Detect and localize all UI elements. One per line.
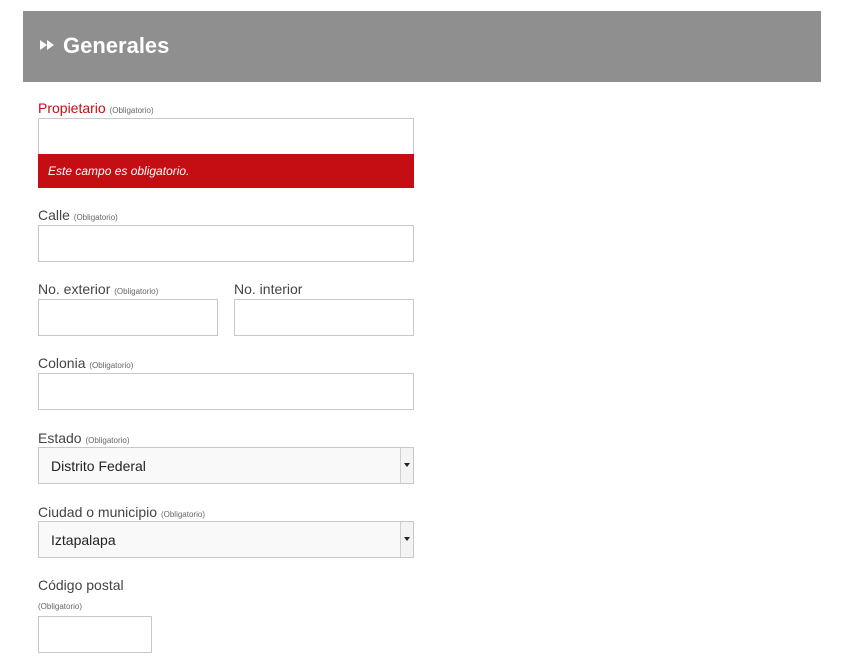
colonia-input[interactable] xyxy=(38,373,414,410)
error-message-text: Este campo es obligatorio. xyxy=(48,164,190,178)
no-interior-label: No. interior xyxy=(234,280,302,298)
required-note: (Obligatorio) xyxy=(89,361,134,370)
chevron-down-icon[interactable] xyxy=(400,522,413,557)
ciudad-label-text: Ciudad o municipio xyxy=(38,504,158,520)
section-header: Generales xyxy=(23,11,821,82)
calle-input[interactable] xyxy=(38,225,414,262)
ciudad-select[interactable]: Iztapalapa xyxy=(38,521,414,558)
no-exterior-label: No. exterior (Obligatorio) xyxy=(38,280,158,301)
ciudad-selected-value: Iztapalapa xyxy=(51,532,116,548)
no-interior-label-text: No. interior xyxy=(234,281,303,297)
calle-label: Calle (Obligatorio) xyxy=(38,206,118,227)
required-note: (Obligatorio) xyxy=(73,213,118,222)
section-title: Generales xyxy=(63,33,170,58)
propietario-label: Propietario (Obligatorio) xyxy=(38,99,154,120)
error-message: Este campo es obligatorio. xyxy=(38,154,414,188)
no-exterior-label-text: No. exterior xyxy=(38,281,111,297)
required-note: (Obligatorio) xyxy=(38,602,83,611)
no-interior-input[interactable] xyxy=(234,299,414,336)
estado-select[interactable]: Distrito Federal xyxy=(38,447,414,484)
codigo-postal-input[interactable] xyxy=(38,616,152,653)
propietario-label-text: Propietario xyxy=(38,100,106,116)
propietario-input[interactable] xyxy=(38,118,414,155)
required-note: (Obligatorio) xyxy=(109,106,154,115)
colonia-label: Colonia (Obligatorio) xyxy=(38,354,133,375)
chevron-down-icon[interactable] xyxy=(400,448,413,483)
colonia-label-text: Colonia xyxy=(38,355,86,371)
codigo-postal-label: Código postal xyxy=(38,577,124,593)
estado-selected-value: Distrito Federal xyxy=(51,458,146,474)
calle-label-text: Calle xyxy=(38,207,70,223)
required-note: (Obligatorio) xyxy=(114,287,159,296)
required-note: (Obligatorio) xyxy=(85,436,130,445)
double-arrow-icon xyxy=(40,40,54,50)
required-note: (Obligatorio) xyxy=(160,510,205,519)
estado-label-text: Estado xyxy=(38,430,82,446)
no-exterior-input[interactable] xyxy=(38,299,218,336)
